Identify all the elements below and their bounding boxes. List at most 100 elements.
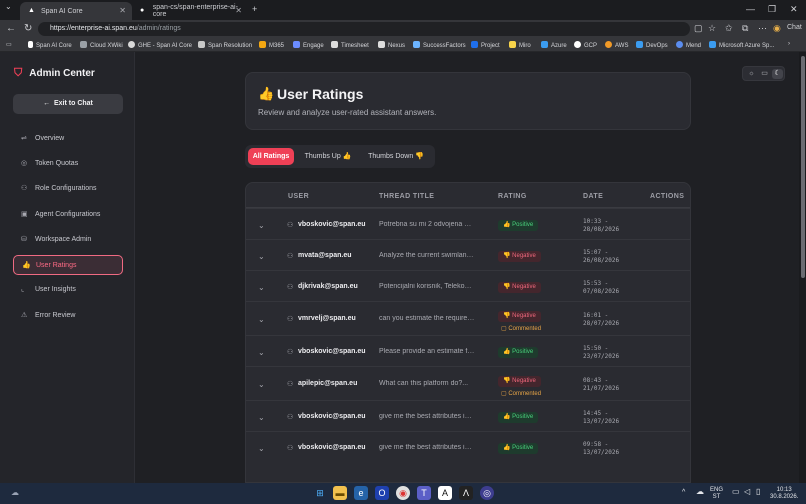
app-icon[interactable]: ◎ xyxy=(480,486,494,500)
table-row[interactable]: ⌄ ⚇ mvata@span.eu Analyze the current swiml… xyxy=(246,239,690,270)
clock[interactable]: 10:13 30.8.2026. xyxy=(770,487,798,501)
widgets-icon[interactable]: ☁ xyxy=(8,486,22,500)
row-thread-title[interactable]: Analyze the current swimlane ... xyxy=(379,252,475,259)
expand-chevron-icon[interactable]: ⌄ xyxy=(258,221,265,230)
expand-chevron-icon[interactable]: ⌄ xyxy=(258,380,265,389)
bookmark-item[interactable]: GHE - Span AI Core xyxy=(128,41,192,49)
row-thread-title[interactable]: give me the best attributes in ... xyxy=(379,444,475,451)
bookmark-item[interactable]: Span Resolution xyxy=(198,41,252,49)
display-icon[interactable]: ▭ xyxy=(732,488,740,496)
expand-chevron-icon[interactable]: ⌄ xyxy=(258,315,265,324)
bookmark-item[interactable]: M365 xyxy=(259,41,284,49)
sidebar-item-role-configurations[interactable]: ⚇ Role Configurations xyxy=(13,179,123,199)
close-window-icon[interactable]: ✕ xyxy=(790,4,798,15)
bookmark-item[interactable]: SuccessFactors xyxy=(413,41,466,49)
scrollbar-thumb[interactable] xyxy=(801,56,805,278)
bookmark-item[interactable]: Mend xyxy=(676,41,701,49)
chrome-icon[interactable]: ◉ xyxy=(396,486,410,500)
bookmark-item[interactable]: AWS xyxy=(605,41,628,49)
page-icon[interactable]: ▢ xyxy=(694,23,703,34)
table-row[interactable]: ⌄ ⚇ apilepic@span.eu What can this platform… xyxy=(246,366,690,400)
teams-icon[interactable]: T xyxy=(417,486,431,500)
battery-icon[interactable]: ▯ xyxy=(756,488,760,496)
bookmark-item[interactable]: Microsoft Azure Sp... xyxy=(709,41,774,49)
sidebar-item-agent-configurations[interactable]: ▣ Agent Configurations xyxy=(13,205,123,225)
bookmark-item[interactable]: Span AI Core xyxy=(28,41,72,49)
expand-chevron-icon[interactable]: ⌄ xyxy=(258,348,265,357)
more-icon[interactable]: ⋯ xyxy=(758,23,767,34)
bookmark-item[interactable]: DevOps xyxy=(636,41,668,49)
filter-thumbs-down[interactable]: Thumbs Down 👎 xyxy=(363,148,429,165)
extensions-icon[interactable]: ⧉ xyxy=(742,23,748,34)
row-date: 15:50 - 23/07/2026 xyxy=(583,345,620,360)
moon-icon[interactable]: ☾ xyxy=(772,69,783,79)
chat-label[interactable]: Chat xyxy=(787,24,802,31)
table-row[interactable]: ⌄ ⚇ vboskovic@span.eu Potrebna su mi 2 odvo… xyxy=(246,208,690,239)
bookmark-item[interactable]: Engage xyxy=(293,41,324,49)
windows-start-icon[interactable]: ⊞ xyxy=(313,486,327,500)
sidebar-item-token-quotas[interactable]: ◎ Token Quotas xyxy=(13,154,123,174)
sidebar-item-user-ratings[interactable]: 👍 User Ratings xyxy=(13,255,123,275)
row-thread-title[interactable]: What can this platform do?... xyxy=(379,380,475,387)
table-row[interactable]: ⌄ ⚇ vboskovic@span.eu give me the best attr… xyxy=(246,400,690,431)
sun-icon[interactable]: ☼ xyxy=(746,69,757,79)
minimize-icon[interactable]: — xyxy=(746,4,755,14)
expand-chevron-icon[interactable]: ⌄ xyxy=(258,252,265,261)
bookmark-item[interactable]: Project xyxy=(471,41,500,49)
onedrive-icon[interactable]: ☁ xyxy=(696,488,704,496)
row-thread-title[interactable]: Potencijalni korisnik, Telekom ... xyxy=(379,283,475,290)
expand-chevron-icon[interactable]: ⌄ xyxy=(258,413,265,422)
row-thread-title[interactable]: give me the best attributes in ... xyxy=(379,413,475,420)
table-row[interactable]: ⌄ ⚇ vmrvelj@span.eu can you estimate the re… xyxy=(246,301,690,335)
tab-github-repo[interactable]: ● span-cs/span-enterprise-ai-core ✕ xyxy=(132,2,248,20)
page-header-card: 👍 User Ratings Review and analyze user-r… xyxy=(245,72,691,130)
tab-search-icon[interactable]: ⌄ xyxy=(5,2,12,11)
restore-icon[interactable]: ❐ xyxy=(768,4,776,15)
back-icon[interactable]: ← xyxy=(6,23,16,34)
row-user: vmrvelj@span.eu xyxy=(298,315,356,322)
url-input[interactable]: https://enterprise-ai.span.eu/admin/rati… xyxy=(38,22,690,36)
outlook-icon[interactable]: O xyxy=(375,486,389,500)
filter-thumbs-up[interactable]: Thumbs Up 👍 xyxy=(298,148,358,165)
terminal-icon[interactable]: A xyxy=(438,486,452,500)
reload-icon[interactable]: ↻ xyxy=(24,23,32,34)
sidebar-item-workspace-admin[interactable]: ⛁ Workspace Admin xyxy=(13,230,123,250)
bookmark-item[interactable]: Timesheet xyxy=(331,41,369,49)
edge-icon[interactable]: e xyxy=(354,486,368,500)
expand-chevron-icon[interactable]: ⌄ xyxy=(258,283,265,292)
more-bookmarks-icon[interactable]: › xyxy=(788,41,790,47)
bookmark-item[interactable]: Azure xyxy=(541,41,567,49)
bookmark-item[interactable]: Nexus xyxy=(378,41,405,49)
table-row[interactable]: ⌄ ⚇ vboskovic@span.eu give me the best attr… xyxy=(246,431,690,462)
sidebar-item-overview[interactable]: ⇌ Overview xyxy=(13,129,123,149)
bookmark-item[interactable]: Cloud XWiki xyxy=(80,41,123,49)
bookmark-folder-icon[interactable]: ▭ xyxy=(6,41,12,48)
table-row[interactable]: ⌄ ⚇ djkrivak@span.eu Potencijalni korisnik,… xyxy=(246,270,690,301)
monitor-icon[interactable]: ▭ xyxy=(759,69,770,79)
exit-to-chat-button[interactable]: ← Exit to Chat xyxy=(13,94,123,114)
sidebar-item-error-review[interactable]: ⚠ Error Review xyxy=(13,306,123,326)
language-indicator[interactable]: ENG ST xyxy=(710,487,723,501)
tab-span-ai-core[interactable]: ▲ Span AI Core ✕ xyxy=(20,2,132,20)
row-thread-title[interactable]: Please provide an estimate for ... xyxy=(379,348,475,355)
file-explorer-icon[interactable]: ▬ xyxy=(333,486,347,500)
filter-all-ratings[interactable]: All Ratings xyxy=(248,148,294,165)
bookmark-item[interactable]: GCP xyxy=(574,41,597,49)
close-tab-icon[interactable]: ✕ xyxy=(119,6,126,15)
new-tab-icon[interactable]: + xyxy=(252,4,257,14)
star-icon[interactable]: ☆ xyxy=(708,23,716,34)
code-editor-icon[interactable]: Λ xyxy=(459,486,473,500)
volume-icon[interactable]: ◁ xyxy=(744,488,750,496)
row-thread-title[interactable]: can you estimate the required ... xyxy=(379,315,475,322)
bookmark-item[interactable]: Miro xyxy=(509,41,531,49)
copilot-icon[interactable]: ◉ xyxy=(773,23,781,34)
table-row[interactable]: ⌄ ⚇ vboskovic@span.eu Please provide an est… xyxy=(246,335,690,366)
sidebar-item-user-insights[interactable]: ⌞ User Insights xyxy=(13,280,123,300)
bookmark-icon xyxy=(509,41,516,48)
tab-title: Span AI Core xyxy=(41,7,83,15)
row-thread-title[interactable]: Potrebna su mi 2 odvojena Sta... xyxy=(379,221,475,228)
tray-chevron-icon[interactable]: ^ xyxy=(682,489,685,496)
favorites-icon[interactable]: ✩ xyxy=(725,23,733,34)
expand-chevron-icon[interactable]: ⌄ xyxy=(258,444,265,453)
close-tab-icon[interactable]: ✕ xyxy=(235,6,242,15)
